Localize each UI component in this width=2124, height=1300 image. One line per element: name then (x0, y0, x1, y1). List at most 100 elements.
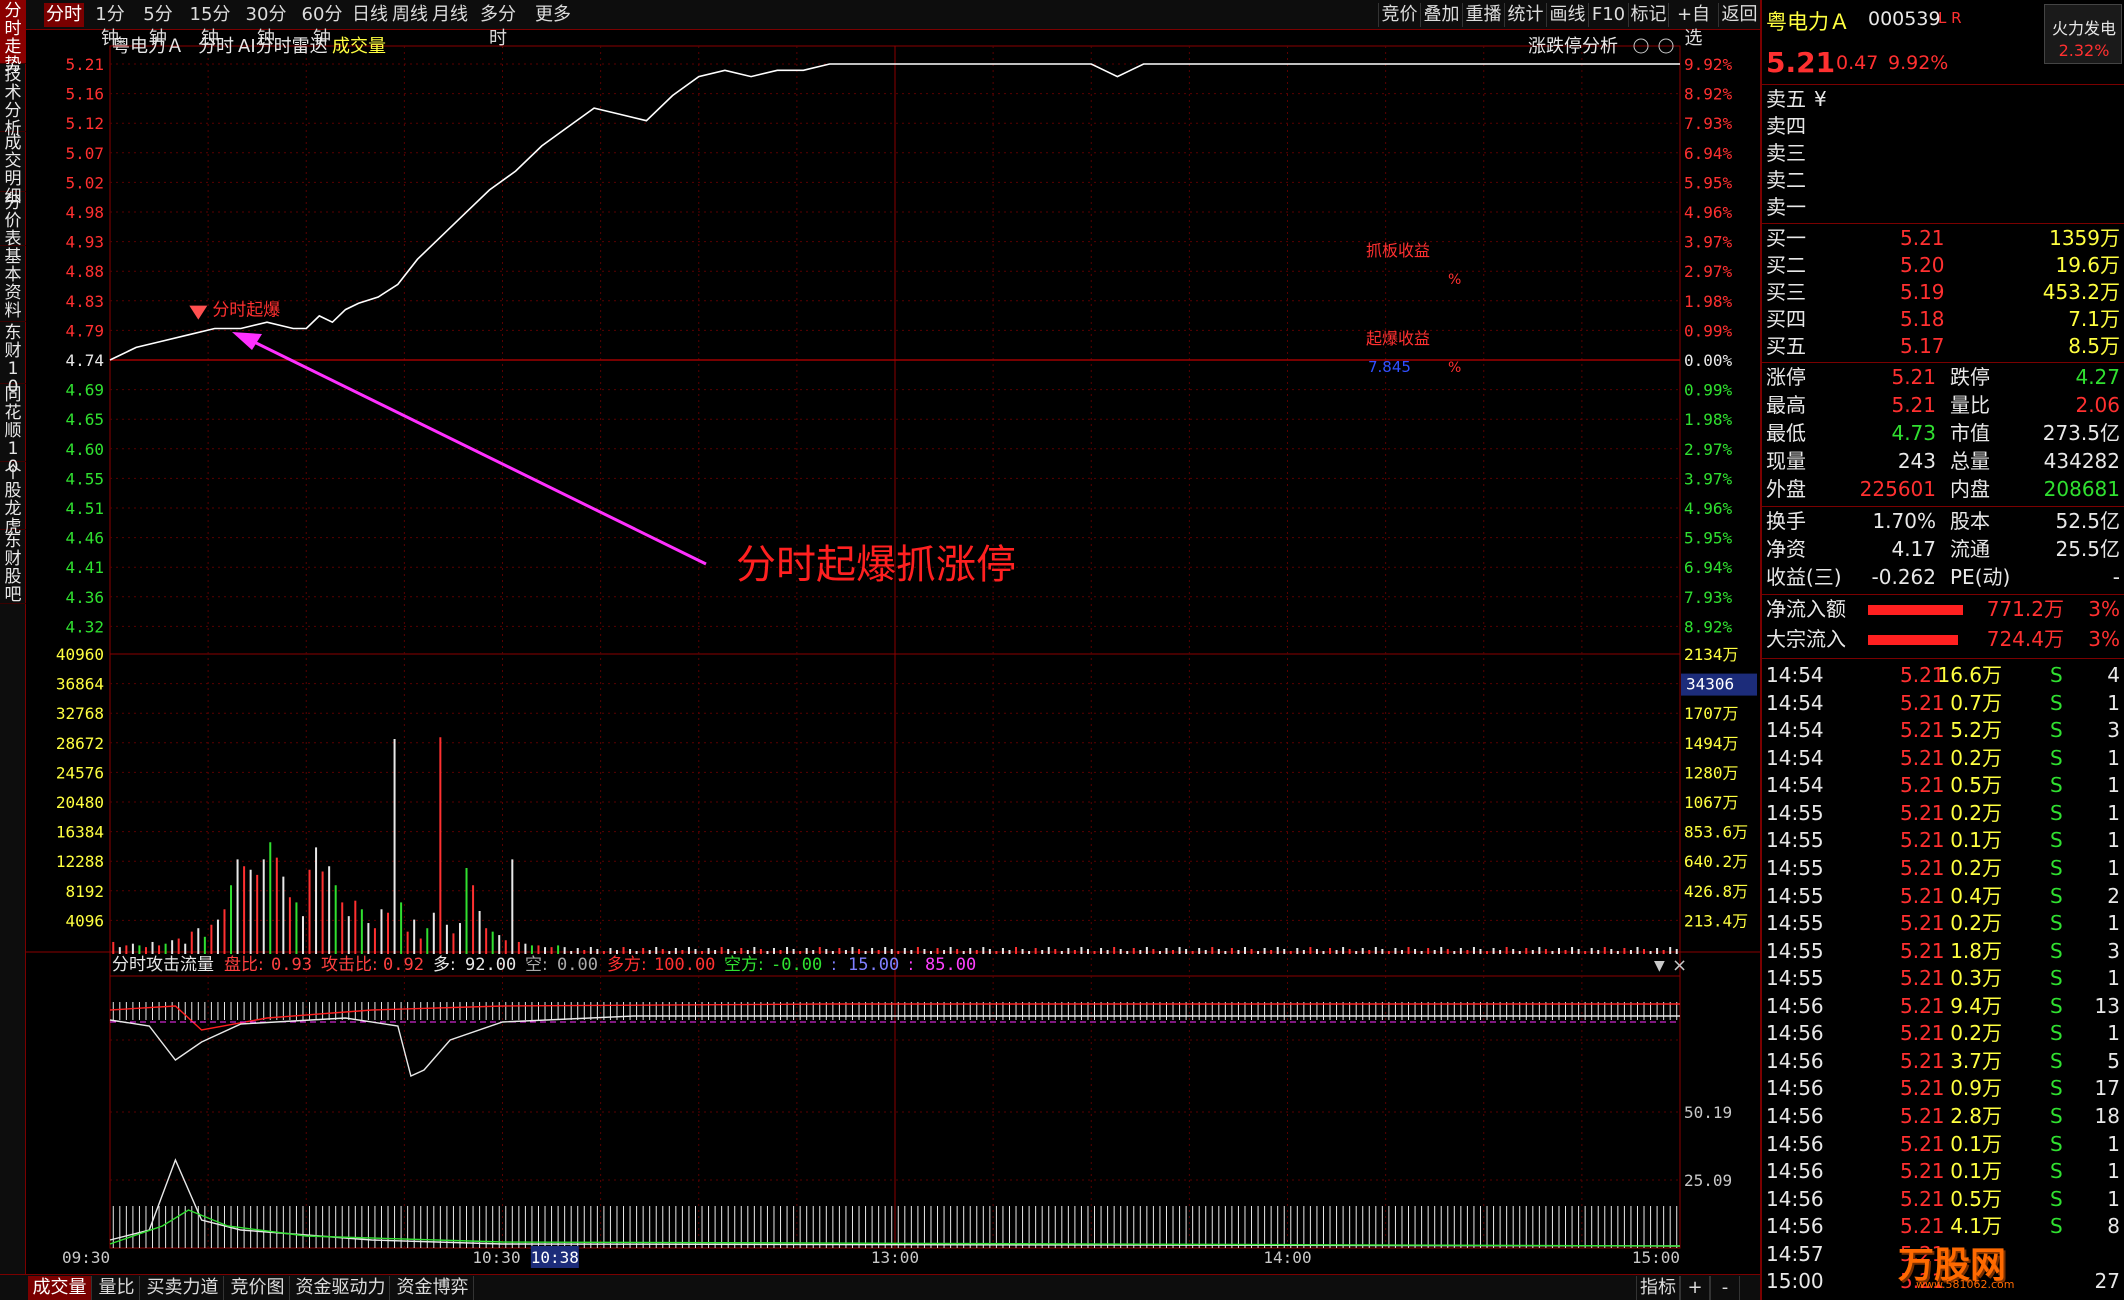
tick-count: 1 (2107, 1159, 2120, 1184)
period-tab-2[interactable]: 5分钟 (136, 3, 180, 49)
indicator-item-value: 15.00 (848, 955, 899, 975)
chart-canvas[interactable]: 5.21 5.16 5.12 5.07 5.02 4.98 4.93 4.88 4.83 4.79… (26, 30, 1760, 1274)
bid-row[interactable]: 买二 5.20 19.6万 (1764, 252, 2124, 279)
tool-button-6[interactable]: 标记 (1628, 3, 1668, 27)
period-tab-1[interactable]: 1分钟 (88, 3, 132, 49)
left-tab-7[interactable]: 个股龙虎 (0, 462, 26, 536)
tick-time: 14:56 (1766, 1214, 1824, 1239)
ask-row[interactable]: 卖五 ¥ (1764, 86, 2124, 113)
bottom-right-tab-0[interactable]: 指标 (1636, 1276, 1680, 1300)
bid-volume: 19.6万 (2055, 253, 2120, 277)
ask-row[interactable]: 卖二 (1764, 167, 2124, 194)
tick-side: S (2050, 938, 2063, 963)
left-tab-2[interactable]: 成交明细 (0, 132, 26, 206)
bottom-right-tab-1[interactable]: + (1680, 1276, 1710, 1300)
left-tab-8[interactable]: 东财股吧 (0, 530, 26, 604)
stock-tags: L R (1938, 9, 1962, 27)
tick-volume: 0.4万 (1950, 883, 2002, 908)
sector-box[interactable]: 火力发电 2.32% (2044, 4, 2122, 64)
bid-price: 5.20 (1900, 253, 1945, 277)
bottom-tab-3[interactable]: 竞价图 (226, 1276, 290, 1300)
left-tab-5[interactable]: 东财10 (0, 322, 26, 396)
bid-row[interactable]: 买四 5.18 7.1万 (1764, 306, 2124, 333)
bid-row[interactable]: 买一 5.21 1359万 (1764, 225, 2124, 252)
ask-row[interactable]: 卖四 (1764, 113, 2124, 140)
price-tick-left: 4.79 (65, 321, 104, 340)
bottom-tab-5[interactable]: 资金博弈 (392, 1276, 474, 1300)
stat-row: 最高 5.21 量比 2.06 (1764, 392, 2124, 420)
bottom-tab-0[interactable]: 成交量 (28, 1276, 92, 1300)
tool-button-2[interactable]: 重播 (1462, 3, 1504, 27)
period-tab-7[interactable]: 周线 (392, 3, 428, 27)
stat-row: 外盘 225601 内盘 208681 (1764, 476, 2124, 504)
tool-button-0[interactable]: 竞价 (1378, 3, 1420, 27)
tool-button-3[interactable]: 统计 (1504, 3, 1546, 27)
period-tab-4[interactable]: 30分钟 (240, 3, 292, 49)
tool-button-8[interactable]: 返回 (1718, 3, 1760, 27)
stat-value: 243 (1897, 449, 1936, 473)
bottom-tab-4[interactable]: 资金驱动力 (292, 1276, 390, 1300)
price-tick-right: 1.98% (1684, 410, 1733, 429)
tool-button-7[interactable]: +自选 (1668, 3, 1718, 49)
period-tab-6[interactable]: 日线 (352, 3, 388, 27)
price-change-pct: 9.92% (1888, 52, 1949, 74)
left-tab-4[interactable]: 基本资料 (0, 246, 26, 322)
tick-price: 5.21 (1900, 855, 1945, 880)
tick-row: 14:56 5.21 0.5万 S 1 (1764, 1186, 2124, 1214)
tick-count: 3 (2107, 938, 2120, 963)
tick-row: 14:56 5.21 0.1万 S 1 (1764, 1131, 2124, 1159)
bottom-tab-1[interactable]: 量比 (94, 1276, 140, 1300)
ask-row[interactable]: 卖一 (1764, 194, 2124, 221)
ask-row[interactable]: 卖三 (1764, 140, 2124, 167)
stat-value: 52.5亿 (2055, 509, 2120, 533)
price-tick-right: 7.93% (1684, 114, 1733, 133)
bottom-right-tab-2[interactable]: - (1710, 1276, 1740, 1300)
period-tab-9[interactable]: 多分时 (472, 3, 524, 49)
quote-panel: 粤电力Ａ 000539 L R 火力发电 2.32% 5.21 0.47 9.9… (1760, 0, 2124, 1300)
chart-ai-label: AI分时雷达 (238, 36, 328, 57)
tick-row: 14:54 5.21 0.2万 S 1 (1764, 745, 2124, 773)
left-tab-0[interactable]: 分时走势 (0, 0, 26, 74)
bid-row[interactable]: 买五 5.17 8.5万 (1764, 333, 2124, 360)
tick-time: 14:55 (1766, 938, 1824, 963)
stat-row: 收益(三) -0.262 PE(动) - (1764, 564, 2124, 592)
tool-button-5[interactable]: F10 (1588, 3, 1628, 27)
tick-volume: 0.5万 (1950, 1186, 2002, 1211)
tick-time: 14:54 (1766, 745, 1824, 770)
left-tab-6[interactable]: 同花顺10 (0, 384, 26, 476)
tool-button-1[interactable]: 叠加 (1420, 3, 1462, 27)
stat-label: 最高 (1766, 393, 1806, 417)
divider (1762, 658, 2124, 659)
price-tick-left: 5.07 (65, 144, 104, 163)
period-tab-10[interactable]: 更多 (528, 3, 578, 27)
stat-label: 收益(三) (1766, 565, 1842, 589)
bid-label: 买二 (1766, 253, 1806, 277)
price-tick-left: 5.21 (65, 55, 104, 74)
period-tab-8[interactable]: 月线 (432, 3, 468, 27)
tick-volume: 0.1万 (1950, 1159, 2002, 1184)
left-tab-1[interactable]: 技术分析 (0, 64, 26, 138)
indicator-item-value: 0.93 (271, 955, 312, 975)
tick-count: 1 (2107, 1186, 2120, 1211)
bid-row[interactable]: 买三 5.19 453.2万 (1764, 279, 2124, 306)
tick-count: 1 (2107, 690, 2120, 715)
left-tab-3[interactable]: 分价表 (0, 192, 26, 248)
price-tick-left: 5.16 (65, 85, 104, 104)
tick-side: S (2050, 1048, 2063, 1073)
price-tick-right: 9.92% (1684, 55, 1733, 74)
indicator-item-label: 多: (433, 955, 456, 975)
bottom-tab-2[interactable]: 买卖力道 (142, 1276, 224, 1300)
stat-label: 总量 (1950, 449, 1990, 473)
period-tab-5[interactable]: 60分钟 (296, 3, 348, 49)
flow-bar (1868, 605, 1963, 615)
intraday-chart[interactable]: 5.21 5.16 5.12 5.07 5.02 4.98 4.93 4.88 4.83 4.79… (26, 30, 1760, 1274)
stat-label: 内盘 (1950, 477, 1990, 501)
stat-label: 现量 (1766, 449, 1806, 473)
tick-row: 14:55 5.21 0.3万 S 1 (1764, 965, 2124, 993)
flow-label: 大宗流入 (1766, 627, 1846, 651)
period-tab-0[interactable]: 分时 (44, 3, 84, 27)
period-tab-3[interactable]: 15分钟 (184, 3, 236, 49)
volume-tick-left: 32768 (56, 704, 104, 723)
tool-button-4[interactable]: 画线 (1546, 3, 1588, 27)
flow-pct: 3% (2088, 597, 2120, 621)
